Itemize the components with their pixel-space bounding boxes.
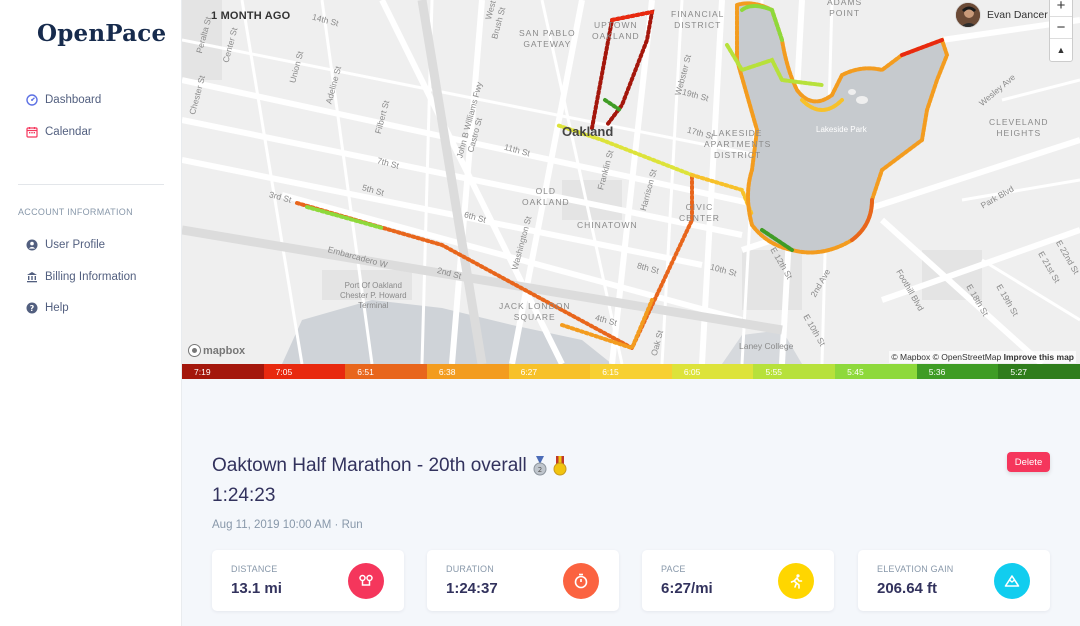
help-icon: ? <box>26 302 38 314</box>
compass-icon: ▲ <box>1056 45 1066 55</box>
military-medal-icon <box>553 456 567 476</box>
route-icon <box>348 563 384 599</box>
pace-legend-segment: 7:19 <box>182 364 264 379</box>
map-label-chinatown: CHINATOWN <box>577 220 638 230</box>
nav-user-profile[interactable]: User Profile <box>26 239 105 251</box>
nav-billing-label: Billing Information <box>45 271 137 283</box>
dashboard-icon <box>26 94 38 106</box>
stat-value: 206.64 ft <box>877 580 938 597</box>
map-label-jack-london: JACK LONDON SQUARE <box>499 301 571 322</box>
activity-title: Oaktown Half Marathon - 20th overall 2 <box>212 455 567 477</box>
mapbox-logo-icon <box>188 344 201 357</box>
user-name: Evan Dancer <box>987 9 1048 21</box>
user-chip[interactable]: Evan Dancer <box>955 2 1048 28</box>
time-ago-label: 1 MONTH AGO <box>211 10 291 22</box>
map-label-old-oakland: OLD OAKLAND <box>522 186 570 207</box>
avatar <box>955 2 981 28</box>
account-section-title: ACCOUNT INFORMATION <box>18 207 133 217</box>
compass-button[interactable]: ▲ <box>1050 39 1072 61</box>
map-label-laney: Laney College <box>739 341 794 351</box>
map-label-lakeside-park: Lakeside Park <box>816 125 867 134</box>
stat-label: DURATION <box>446 564 494 574</box>
map-attribution: © Mapbox © OpenStreetMap Improve this ma… <box>889 351 1076 363</box>
map-canvas <box>182 0 1080 364</box>
stat-value: 13.1 mi <box>231 580 282 597</box>
mapbox-logo[interactable]: mapbox <box>188 344 245 357</box>
stopwatch-icon <box>563 563 599 599</box>
map-label-adams: ADAMS POINT <box>827 0 863 18</box>
nav-dashboard[interactable]: Dashboard <box>26 94 101 106</box>
nav-calendar[interactable]: Calendar <box>26 126 92 138</box>
sidebar-divider <box>18 184 164 185</box>
runner-icon <box>778 563 814 599</box>
mapbox-logo-text: mapbox <box>203 344 246 357</box>
route-map[interactable]: Peralta St Center St Union St Adeline St… <box>182 0 1080 364</box>
nav-billing[interactable]: Billing Information <box>26 271 136 283</box>
pace-legend-segment: 5:45 <box>835 364 917 379</box>
user-icon <box>26 239 38 251</box>
stat-card-elevation: ELEVATION GAIN 206.64 ft <box>858 550 1050 611</box>
map-label-civic: CIVIC CENTER <box>679 202 720 223</box>
map-label-lakeside-district: LAKESIDE APARTMENTS DISTRICT <box>704 128 772 160</box>
map-label-financial: FINANCIAL DISTRICT <box>671 9 725 30</box>
brand-logo[interactable]: OpenPace <box>37 20 166 47</box>
stat-label: DISTANCE <box>231 564 278 574</box>
zoom-in-button[interactable]: + <box>1050 0 1072 17</box>
svg-text:2: 2 <box>537 466 541 474</box>
map-label-oakland: Oakland <box>562 124 614 139</box>
second-place-medal-icon: 2 <box>533 456 547 476</box>
bank-icon <box>26 271 38 283</box>
map-label-port: Port Of Oakland Chester P. Howard Terminal <box>340 281 407 310</box>
pace-legend-segment: 6:15 <box>590 364 672 379</box>
svg-text:?: ? <box>30 304 35 313</box>
pace-legend: 7:19 7:05 6:51 6:38 6:27 6:15 6:05 5:55 5:45 5:36… <box>182 364 1080 379</box>
map-label-uptown: UPTOWN OAKLAND <box>592 20 640 41</box>
map-label-cleveland: CLEVELAND HEIGHTS <box>989 117 1049 138</box>
stat-card-distance: DISTANCE 13.1 mi <box>212 550 404 611</box>
sidebar: OpenPace Dashboard Calendar ACCOUNT INFO… <box>0 0 182 626</box>
zoom-control: + − ▲ <box>1049 0 1073 62</box>
nav-help-label: Help <box>45 302 69 314</box>
calendar-icon <box>26 126 38 138</box>
pace-legend-segment: 5:55 <box>753 364 836 379</box>
stat-card-pace: PACE 6:27/mi <box>642 550 834 611</box>
stat-value: 6:27/mi <box>661 580 713 597</box>
activity-time: 1:24:23 <box>212 485 276 506</box>
nav-dashboard-label: Dashboard <box>45 94 102 106</box>
attribution-text[interactable]: © Mapbox © OpenStreetMap <box>891 352 1001 362</box>
stat-label: PACE <box>661 564 686 574</box>
pace-legend-segment: 5:27 <box>998 364 1080 379</box>
stat-label: ELEVATION GAIN <box>877 564 954 574</box>
pace-legend-segment: 7:05 <box>263 364 346 379</box>
mountain-icon <box>994 563 1030 599</box>
pace-legend-segment: 6:51 <box>345 364 427 379</box>
stat-card-duration: DURATION 1:24:37 <box>427 550 619 611</box>
delete-button[interactable]: Delete <box>1007 452 1050 472</box>
nav-help[interactable]: ? Help <box>26 302 69 314</box>
map-label-san-pablo: SAN PABLO GATEWAY <box>519 28 576 49</box>
zoom-out-button[interactable]: − <box>1050 17 1072 39</box>
activity-title-text: Oaktown Half Marathon - 20th overall <box>212 455 527 476</box>
nav-calendar-label: Calendar <box>45 126 92 138</box>
improve-map-link[interactable]: Improve this map <box>1004 352 1074 362</box>
pace-legend-segment: 5:36 <box>916 364 999 379</box>
activity-meta: Aug 11, 2019 10:00 AM · Run <box>212 519 363 531</box>
pace-legend-segment: 6:27 <box>508 364 591 379</box>
nav-user-profile-label: User Profile <box>45 239 106 251</box>
pace-legend-segment: 6:38 <box>426 364 509 379</box>
pace-legend-segment: 6:05 <box>671 364 754 379</box>
stat-value: 1:24:37 <box>446 580 498 597</box>
